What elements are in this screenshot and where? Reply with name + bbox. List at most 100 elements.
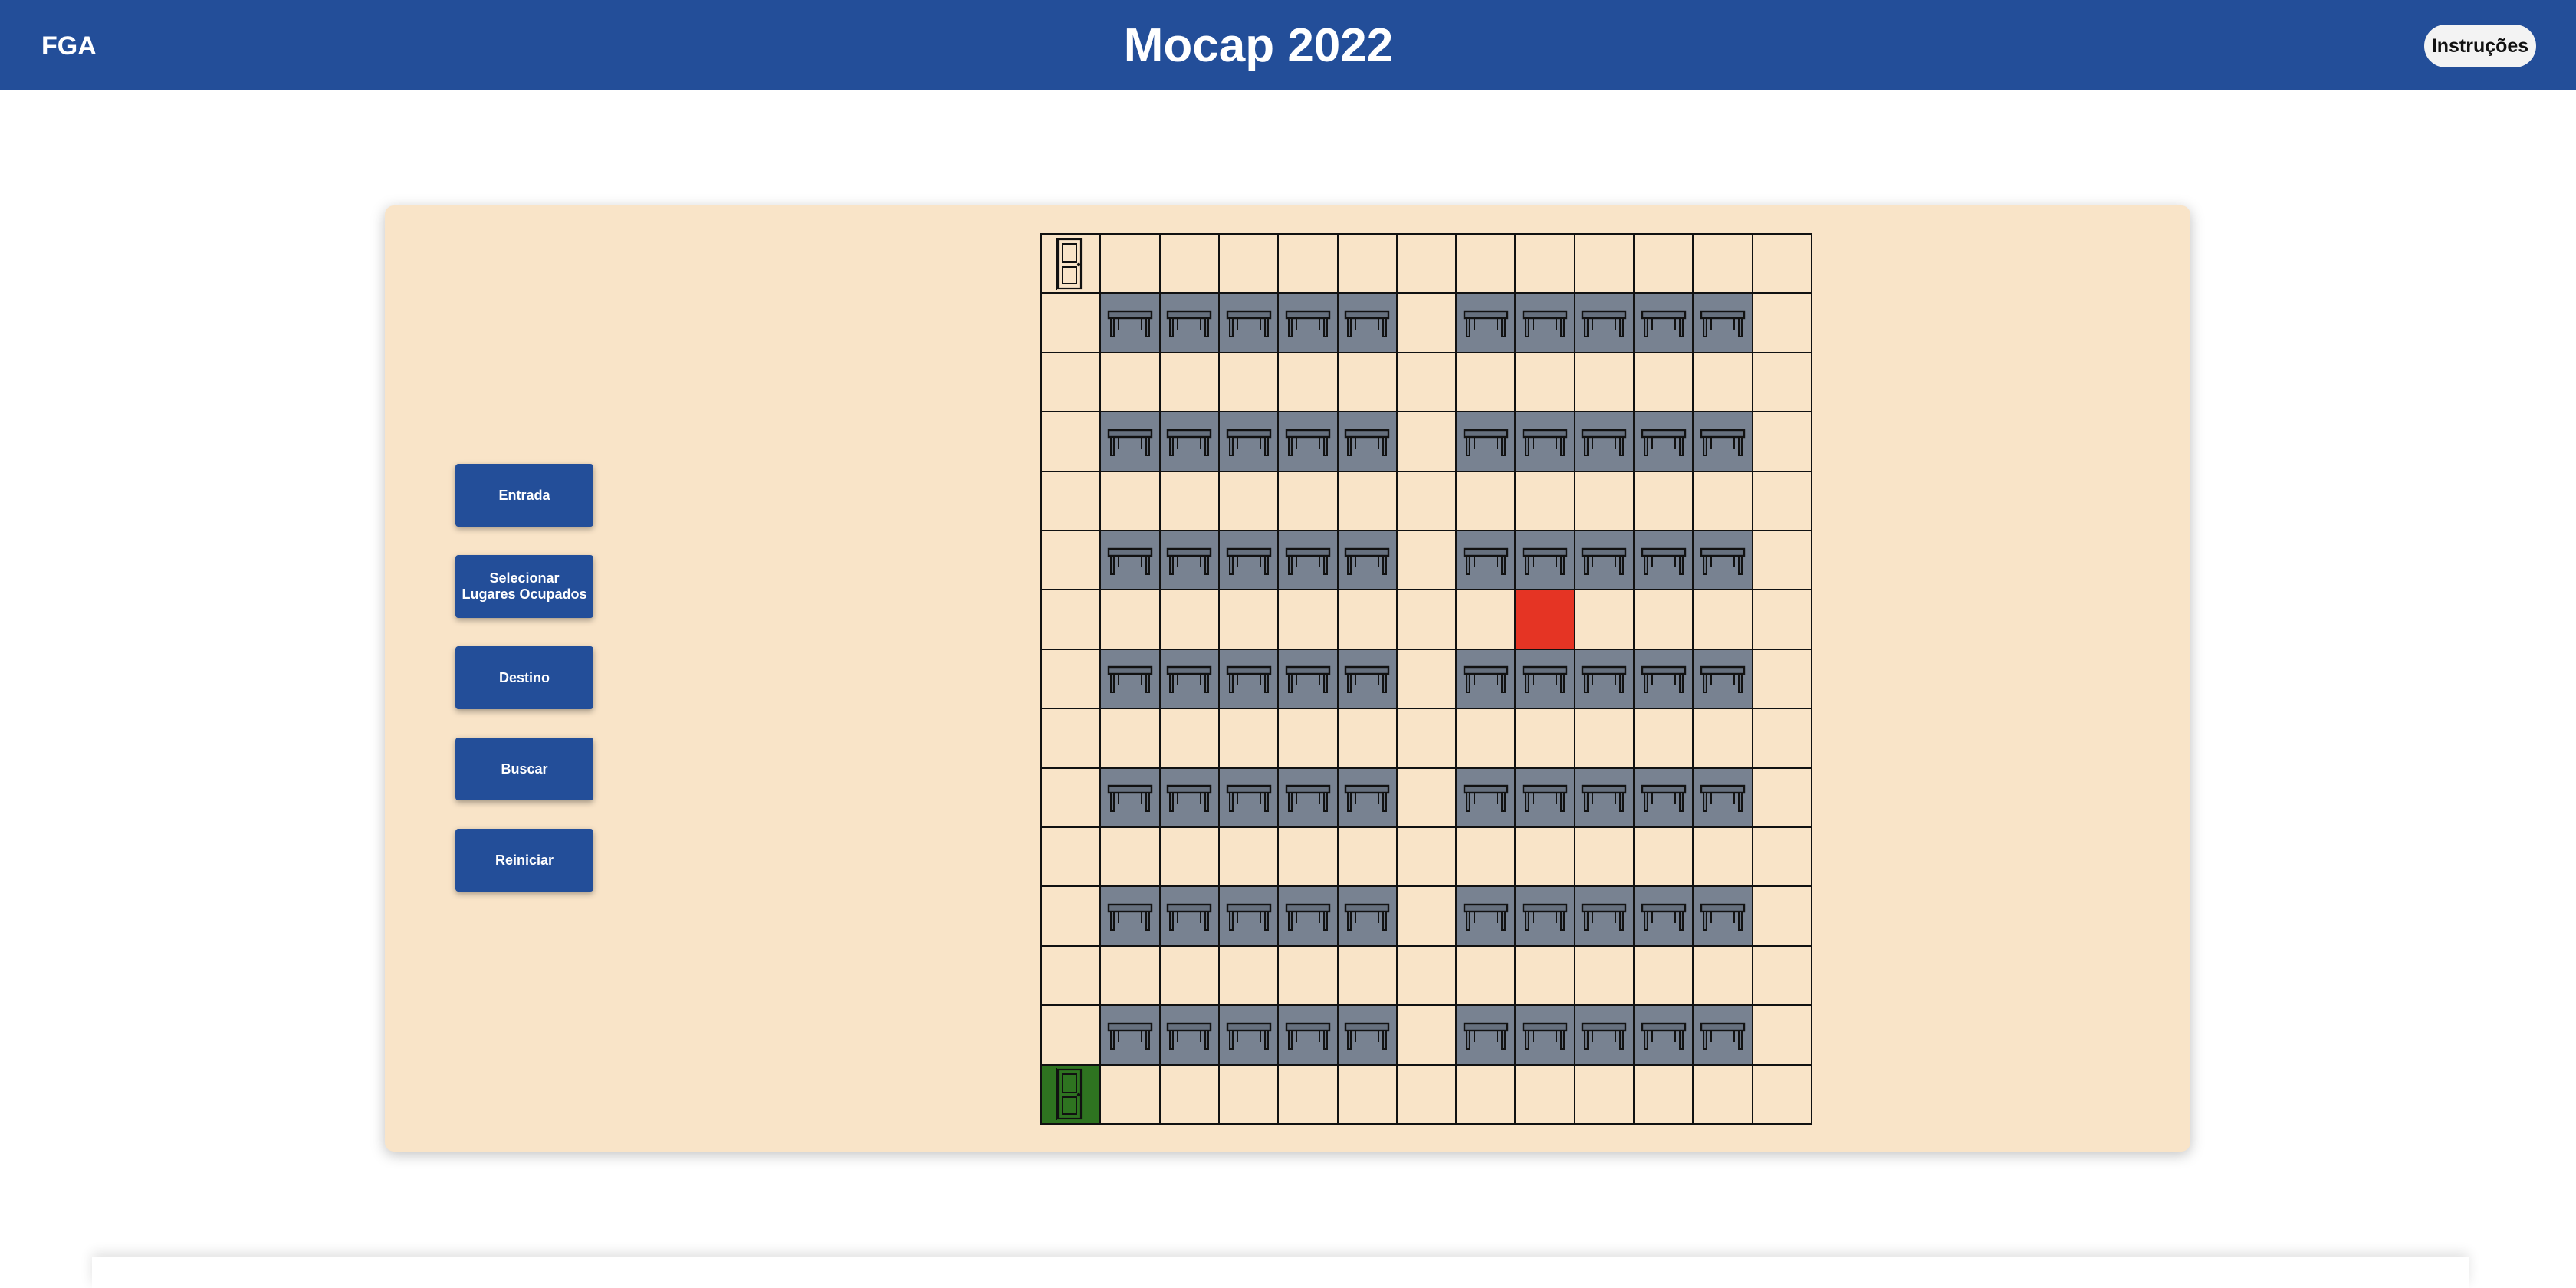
grid-cell[interactable] bbox=[1160, 946, 1220, 1007]
grid-cell[interactable] bbox=[1397, 472, 1457, 531]
grid-cell[interactable] bbox=[1338, 828, 1398, 888]
grid-cell[interactable] bbox=[1219, 709, 1280, 769]
grid-cell[interactable] bbox=[1042, 353, 1102, 413]
table-cell[interactable] bbox=[1279, 1006, 1339, 1066]
table-cell[interactable] bbox=[1160, 531, 1220, 591]
grid-cell[interactable] bbox=[1457, 472, 1516, 531]
grid-cell[interactable] bbox=[1160, 472, 1220, 531]
grid-cell[interactable] bbox=[1694, 472, 1753, 531]
table-cell[interactable] bbox=[1575, 887, 1635, 947]
grid-cell[interactable] bbox=[1042, 412, 1102, 472]
grid-cell[interactable] bbox=[1635, 1065, 1694, 1125]
table-cell[interactable] bbox=[1219, 768, 1280, 828]
table-cell[interactable] bbox=[1279, 649, 1339, 710]
table-cell[interactable] bbox=[1338, 1006, 1398, 1066]
table-cell[interactable] bbox=[1160, 294, 1220, 353]
grid-cell[interactable] bbox=[1279, 946, 1339, 1007]
table-cell[interactable] bbox=[1457, 887, 1516, 947]
entrada-button[interactable]: Entrada bbox=[455, 464, 593, 527]
grid-cell[interactable] bbox=[1753, 412, 1812, 472]
grid-cell[interactable] bbox=[1575, 709, 1635, 769]
table-cell[interactable] bbox=[1694, 1006, 1753, 1066]
grid-cell[interactable] bbox=[1101, 590, 1161, 650]
grid-cell[interactable] bbox=[1338, 709, 1398, 769]
grid-cell[interactable] bbox=[1753, 828, 1812, 888]
grid-cell[interactable] bbox=[1279, 472, 1339, 531]
table-cell[interactable] bbox=[1219, 412, 1280, 472]
grid-cell[interactable] bbox=[1635, 472, 1694, 531]
grid-cell[interactable] bbox=[1219, 472, 1280, 531]
table-cell[interactable] bbox=[1338, 649, 1398, 710]
grid-cell[interactable] bbox=[1635, 828, 1694, 888]
table-cell[interactable] bbox=[1279, 768, 1339, 828]
grid-cell[interactable] bbox=[1397, 1065, 1457, 1125]
grid-cell[interactable] bbox=[1219, 828, 1280, 888]
grid-cell[interactable] bbox=[1753, 768, 1812, 828]
grid-cell[interactable] bbox=[1042, 531, 1102, 591]
grid-cell[interactable] bbox=[1516, 235, 1576, 294]
grid-cell[interactable] bbox=[1219, 946, 1280, 1007]
grid-cell[interactable] bbox=[1753, 472, 1812, 531]
grid-cell[interactable] bbox=[1397, 887, 1457, 947]
table-cell[interactable] bbox=[1338, 412, 1398, 472]
grid-cell[interactable] bbox=[1160, 709, 1220, 769]
table-cell[interactable] bbox=[1279, 294, 1339, 353]
grid-cell[interactable] bbox=[1397, 828, 1457, 888]
destino-button[interactable]: Destino bbox=[455, 646, 593, 709]
table-cell[interactable] bbox=[1219, 294, 1280, 353]
grid-cell[interactable] bbox=[1042, 768, 1102, 828]
grid-cell[interactable] bbox=[1575, 472, 1635, 531]
grid-cell[interactable] bbox=[1457, 828, 1516, 888]
grid-cell[interactable] bbox=[1219, 1065, 1280, 1125]
grid-cell[interactable] bbox=[1160, 1065, 1220, 1125]
grid-cell[interactable] bbox=[1516, 946, 1576, 1007]
table-cell[interactable] bbox=[1516, 531, 1576, 591]
table-cell[interactable] bbox=[1575, 649, 1635, 710]
table-cell[interactable] bbox=[1635, 649, 1694, 710]
table-cell[interactable] bbox=[1694, 649, 1753, 710]
grid-cell[interactable] bbox=[1219, 353, 1280, 413]
grid-cell[interactable] bbox=[1397, 353, 1457, 413]
grid-cell[interactable] bbox=[1042, 649, 1102, 710]
table-cell[interactable] bbox=[1101, 531, 1161, 591]
grid-cell[interactable] bbox=[1753, 1006, 1812, 1066]
grid-cell[interactable] bbox=[1397, 1006, 1457, 1066]
table-cell[interactable] bbox=[1516, 1006, 1576, 1066]
grid-cell[interactable] bbox=[1042, 294, 1102, 353]
grid-cell[interactable] bbox=[1042, 828, 1102, 888]
table-cell[interactable] bbox=[1635, 412, 1694, 472]
grid-cell[interactable] bbox=[1753, 294, 1812, 353]
grid-cell[interactable] bbox=[1042, 1006, 1102, 1066]
grid-cell[interactable] bbox=[1575, 828, 1635, 888]
grid-cell[interactable] bbox=[1753, 1065, 1812, 1125]
grid-cell[interactable] bbox=[1101, 472, 1161, 531]
grid-cell[interactable] bbox=[1397, 235, 1457, 294]
grid-cell[interactable] bbox=[1753, 709, 1812, 769]
grid-cell[interactable] bbox=[1219, 235, 1280, 294]
table-cell[interactable] bbox=[1516, 649, 1576, 710]
grid-cell[interactable] bbox=[1635, 590, 1694, 650]
grid-cell[interactable] bbox=[1160, 590, 1220, 650]
grid-cell[interactable] bbox=[1279, 828, 1339, 888]
table-cell[interactable] bbox=[1457, 531, 1516, 591]
entrance-door-cell[interactable] bbox=[1042, 1065, 1102, 1125]
grid-cell[interactable] bbox=[1160, 353, 1220, 413]
grid-cell[interactable] bbox=[1397, 946, 1457, 1007]
grid-cell[interactable] bbox=[1397, 768, 1457, 828]
table-cell[interactable] bbox=[1338, 531, 1398, 591]
grid-cell[interactable] bbox=[1101, 709, 1161, 769]
table-cell[interactable] bbox=[1635, 887, 1694, 947]
table-cell[interactable] bbox=[1101, 1006, 1161, 1066]
grid-cell[interactable] bbox=[1457, 1065, 1516, 1125]
grid-cell[interactable] bbox=[1753, 235, 1812, 294]
table-cell[interactable] bbox=[1575, 768, 1635, 828]
grid-cell[interactable] bbox=[1753, 590, 1812, 650]
table-cell[interactable] bbox=[1457, 1006, 1516, 1066]
table-cell[interactable] bbox=[1279, 887, 1339, 947]
grid-cell[interactable] bbox=[1575, 946, 1635, 1007]
table-cell[interactable] bbox=[1160, 412, 1220, 472]
grid-cell[interactable] bbox=[1338, 590, 1398, 650]
table-cell[interactable] bbox=[1219, 531, 1280, 591]
table-cell[interactable] bbox=[1101, 649, 1161, 710]
table-cell[interactable] bbox=[1160, 649, 1220, 710]
